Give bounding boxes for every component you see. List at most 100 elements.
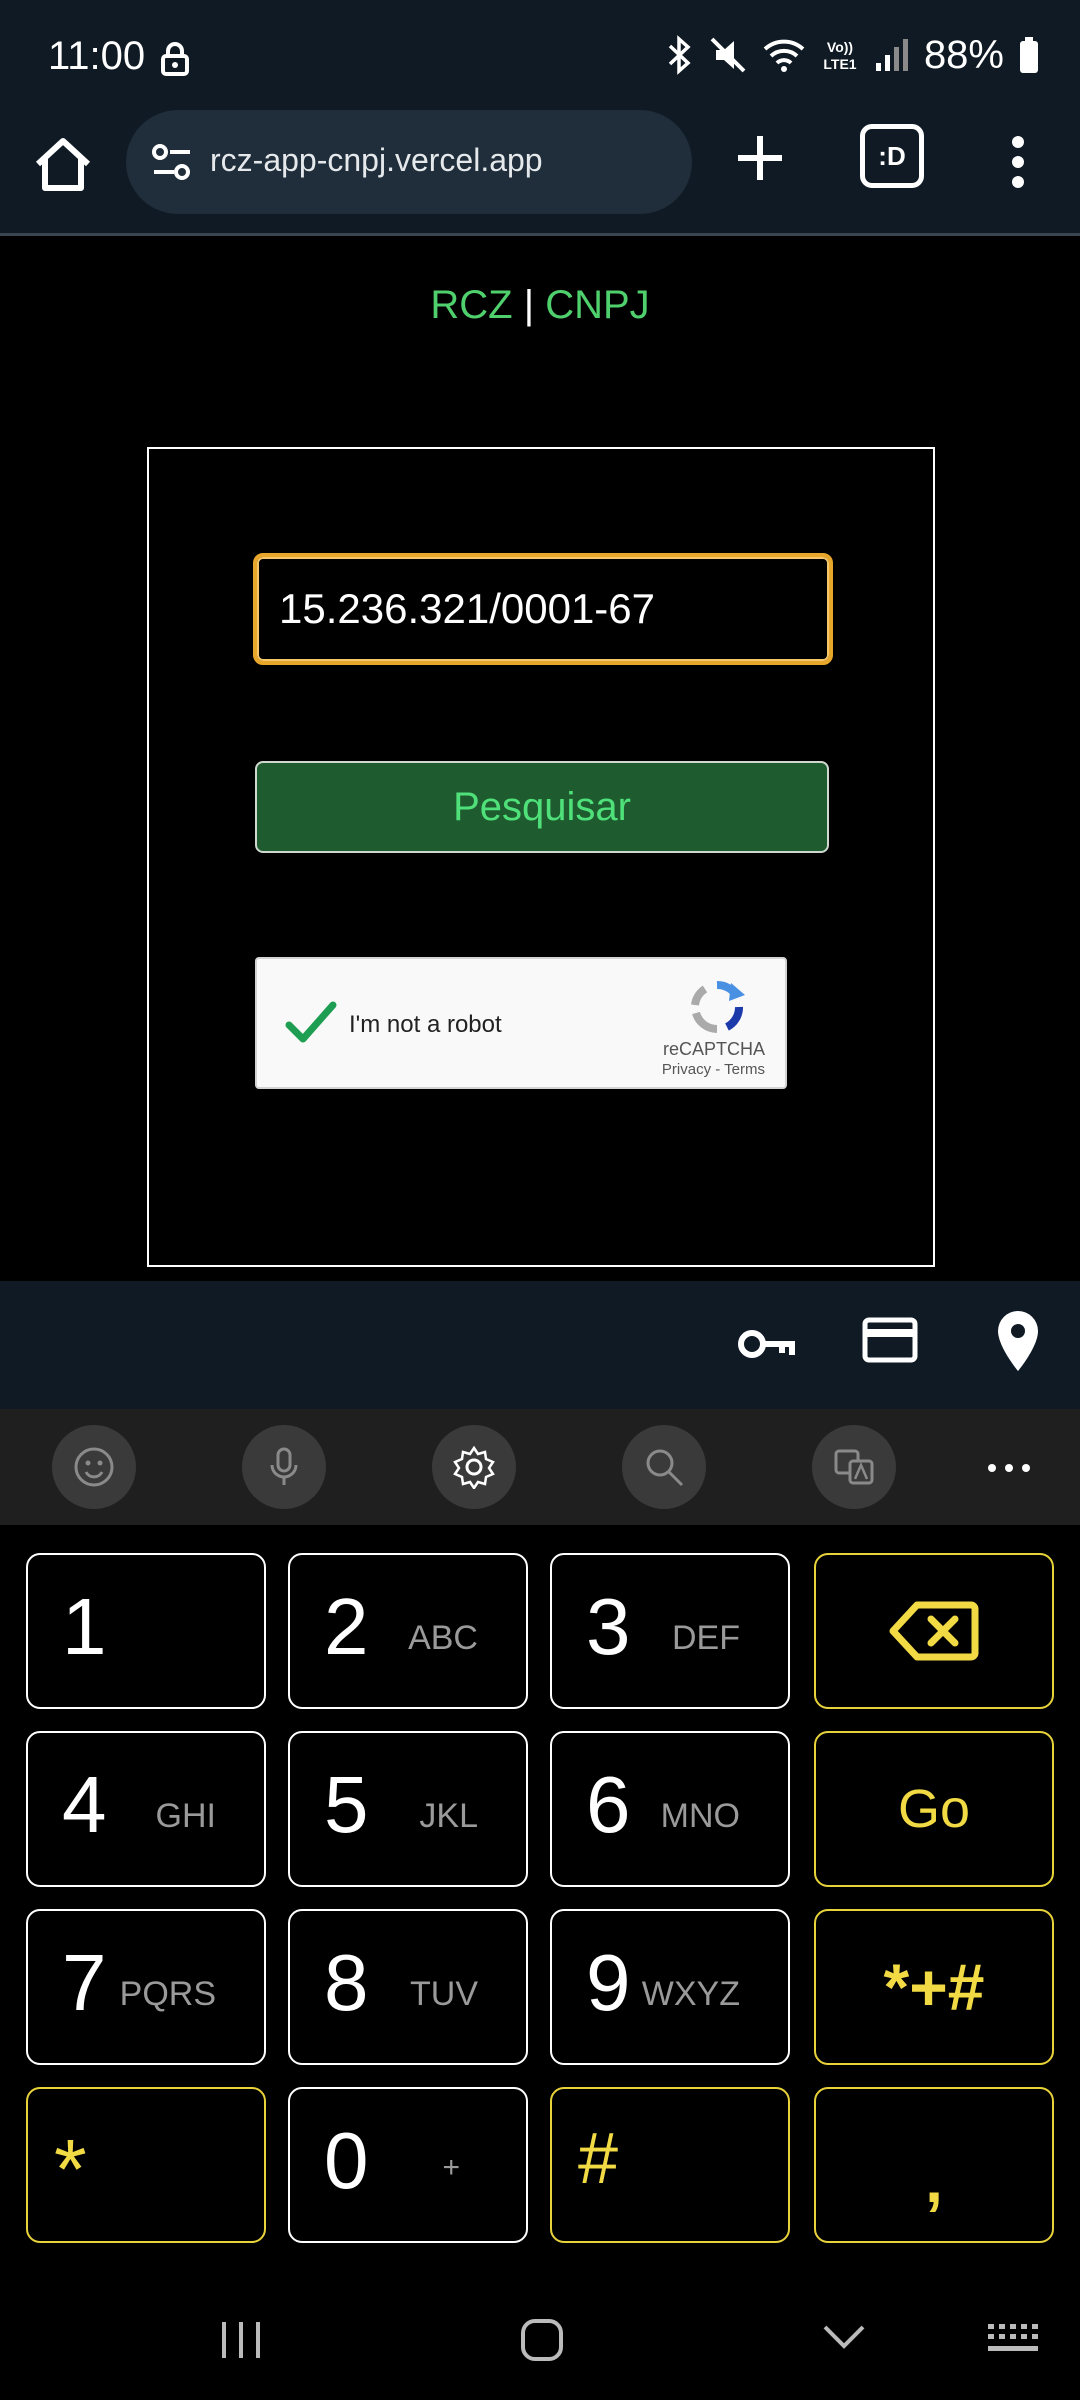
- comma-label: ,: [925, 2144, 943, 2216]
- battery-icon: [1020, 37, 1038, 73]
- system-nav-bar: [0, 2258, 1080, 2400]
- key-digit: 2: [324, 1582, 369, 1671]
- translate-icon: [834, 1449, 874, 1485]
- key-digit: 9: [586, 1938, 631, 2027]
- hash-key[interactable]: #: [550, 2087, 790, 2243]
- key-digit: 8: [324, 1938, 369, 2027]
- star-key[interactable]: *: [26, 2087, 266, 2243]
- more-menu-icon[interactable]: [990, 130, 1046, 194]
- autofill-bar: [0, 1281, 1080, 1409]
- go-label: Go: [897, 1779, 971, 1839]
- key-5[interactable]: 5 JKL: [288, 1731, 528, 1887]
- key-digit: 3: [586, 1582, 631, 1671]
- bluetooth-icon: [668, 35, 691, 75]
- microphone-icon: [270, 1447, 298, 1485]
- hash-label: #: [578, 2119, 619, 2199]
- new-tab-icon[interactable]: [728, 126, 792, 190]
- key-digit: 0: [324, 2116, 369, 2205]
- status-bar: 11:00 Vo)) LTE1 88%: [0, 0, 1080, 110]
- tab-switcher-button[interactable]: :D: [860, 124, 924, 188]
- key-letters: +: [442, 2151, 460, 2184]
- recaptcha-checkbox-checked-icon[interactable]: [283, 995, 339, 1051]
- keyboard-toolbar: [0, 1409, 1080, 1525]
- key-4[interactable]: 4 GHI: [26, 1731, 266, 1887]
- brand-cnpj: CNPJ: [545, 283, 650, 327]
- symbols-label: *+#: [883, 1950, 985, 2024]
- volte-badge-icon: Vo)) LTE1: [823, 39, 856, 72]
- key-digit: 5: [324, 1760, 369, 1849]
- web-page: RCZ | CNPJ Pesquisar I'm not a robot reC…: [0, 239, 1080, 1281]
- backspace-icon: [889, 1601, 979, 1661]
- page-title: RCZ | CNPJ: [0, 283, 1080, 328]
- site-settings-icon[interactable]: [148, 138, 196, 186]
- keyboard-search-button[interactable]: [622, 1425, 706, 1509]
- symbols-key[interactable]: *+#: [814, 1909, 1054, 2065]
- key-7[interactable]: 7 PQRS: [26, 1909, 266, 2065]
- key-digit: 4: [62, 1760, 107, 1849]
- emoji-button[interactable]: [52, 1425, 136, 1509]
- keyboard-settings-button[interactable]: [432, 1425, 516, 1509]
- search-card: Pesquisar I'm not a robot reCAPTCHA Priv…: [147, 447, 935, 1267]
- key-letters: ABC: [408, 1619, 478, 1657]
- gear-icon: [453, 1445, 495, 1489]
- key-letters: DEF: [672, 1619, 740, 1657]
- key-9[interactable]: 9 WXYZ: [550, 1909, 790, 2065]
- password-key-icon[interactable]: [736, 1319, 796, 1369]
- search-button[interactable]: Pesquisar: [255, 761, 829, 853]
- payment-card-icon[interactable]: [862, 1317, 918, 1363]
- key-letters: TUV: [410, 1975, 478, 2013]
- key-8[interactable]: 8 TUV: [288, 1909, 528, 2065]
- key-letters: WXYZ: [641, 1975, 740, 2013]
- key-3[interactable]: 3 DEF: [550, 1553, 790, 1709]
- key-letters: JKL: [419, 1797, 478, 1835]
- address-bar[interactable]: rcz-app-cnpj.vercel.app: [126, 110, 692, 214]
- recaptcha-widget: I'm not a robot reCAPTCHA Privacy - Term…: [255, 957, 787, 1089]
- mute-icon: [710, 37, 746, 73]
- numeric-keypad: 1 2 ABC 3 DEF 4 GHI 5 JKL 6 MNO Go 7 PQR…: [0, 1525, 1080, 2258]
- brand-separator: |: [523, 283, 535, 327]
- key-digit: 1: [62, 1582, 107, 1671]
- recaptcha-logo-icon: [691, 981, 745, 1033]
- key-digit: 7: [62, 1938, 107, 2027]
- star-label: *: [54, 2122, 87, 2216]
- key-digit: 6: [586, 1760, 631, 1849]
- nav-home-icon[interactable]: [520, 2318, 564, 2362]
- signal-icon: [875, 39, 908, 71]
- status-icons: Vo)) LTE1 88%: [664, 30, 1040, 80]
- battery-percent: 88%: [923, 32, 1004, 77]
- key-letters: GHI: [155, 1797, 216, 1835]
- home-icon[interactable]: [30, 132, 96, 198]
- url-text: rcz-app-cnpj.vercel.app: [210, 142, 543, 178]
- brand-rcz: RCZ: [430, 283, 513, 327]
- recaptcha-links[interactable]: Privacy - Terms: [662, 1061, 765, 1078]
- key-letters: MNO: [660, 1797, 740, 1835]
- cnpj-input[interactable]: [253, 553, 833, 665]
- translate-button[interactable]: [812, 1425, 896, 1509]
- keyboard-switch-icon[interactable]: [988, 2324, 1040, 2354]
- lock-icon: [161, 42, 189, 76]
- go-key[interactable]: Go: [814, 1731, 1054, 1887]
- emoji-icon: [74, 1447, 114, 1487]
- key-6[interactable]: 6 MNO: [550, 1731, 790, 1887]
- tab-switcher-label: :D: [878, 140, 906, 171]
- key-2[interactable]: 2 ABC: [288, 1553, 528, 1709]
- recent-apps-icon[interactable]: [218, 2320, 264, 2360]
- key-letters: PQRS: [119, 1975, 216, 2013]
- wifi-icon: [763, 39, 805, 72]
- backspace-key[interactable]: [814, 1553, 1054, 1709]
- backspace-key-face: [816, 1555, 1052, 1707]
- status-time: 11:00: [48, 34, 146, 78]
- comma-key[interactable]: ,: [814, 2087, 1054, 2243]
- recaptcha-brand: reCAPTCHA: [662, 1039, 765, 1059]
- svg-text:Vo)): Vo)): [827, 39, 853, 55]
- browser-toolbar: rcz-app-cnpj.vercel.app :D: [0, 110, 1080, 236]
- recaptcha-label: I'm not a robot: [349, 1011, 502, 1038]
- nav-back-chevron-down-icon[interactable]: [822, 2322, 866, 2352]
- svg-text:LTE1: LTE1: [823, 56, 856, 72]
- search-icon: [646, 1449, 684, 1487]
- location-pin-icon[interactable]: [990, 1307, 1046, 1375]
- key-0[interactable]: 0 +: [288, 2087, 528, 2243]
- voice-input-button[interactable]: [242, 1425, 326, 1509]
- more-options-icon[interactable]: [984, 1453, 1034, 1483]
- key-1[interactable]: 1: [26, 1553, 266, 1709]
